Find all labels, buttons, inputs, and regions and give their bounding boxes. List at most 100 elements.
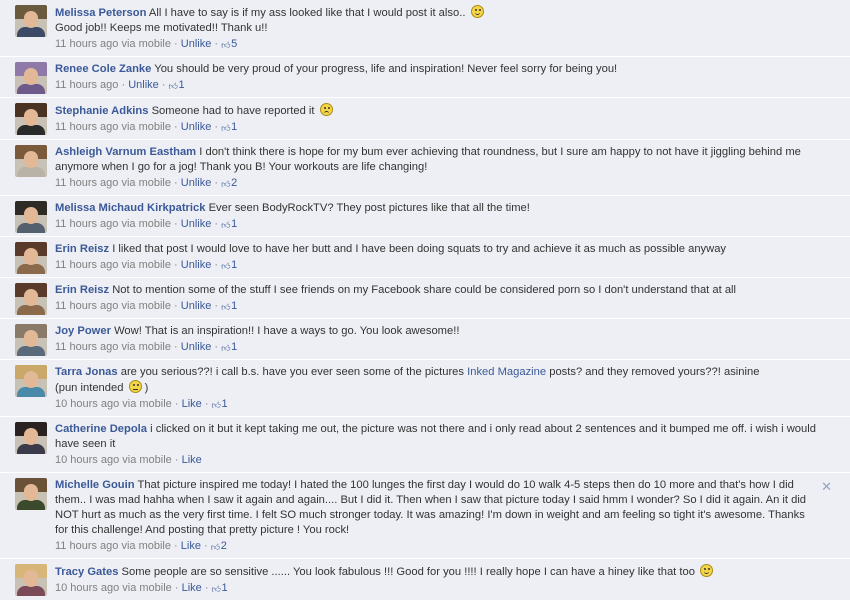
like-count[interactable]: 👍︎2 [211,540,227,552]
comment-timestamp[interactable]: 11 hours ago via mobile [55,121,171,133]
like-count[interactable]: 👍︎2 [221,177,237,189]
unlike-button[interactable]: Unlike [181,177,212,189]
comment-body-line2-end: ) [144,382,149,394]
avatar[interactable] [15,365,47,397]
comment-item: Stephanie Adkins Someone had to have rep… [0,98,850,140]
avatar[interactable] [15,478,47,510]
unlike-button[interactable]: Unlike [181,341,212,353]
comment-author-link[interactable]: Tarra Jonas [55,366,118,378]
comment-list: Melissa Peterson All I have to say is if… [0,0,850,601]
like-count[interactable]: 👍︎1 [221,259,237,271]
smile-emoticon-icon [470,5,484,18]
comment-timestamp[interactable]: 11 hours ago via mobile [55,259,171,271]
unlike-button[interactable]: Unlike [181,38,212,50]
like-count[interactable]: 👍︎1 [221,121,237,133]
comment-timestamp[interactable]: 11 hours ago via mobile [55,540,171,552]
like-count[interactable]: 👍︎1 [212,398,228,410]
comment-author-link[interactable]: Erin Reisz [55,243,109,255]
like-count[interactable]: 👍︎1 [221,300,237,312]
avatar[interactable] [15,422,47,454]
comment-author-link[interactable]: Tracy Gates [55,566,118,578]
like-count[interactable]: 👍︎1 [221,218,237,230]
comment-text: Tracy Gates Some people are so sensitive… [55,564,820,580]
comment-author-link[interactable]: Catherine Depola [55,423,147,435]
comment-item: Melissa Peterson All I have to say is if… [0,0,850,57]
comment-timestamp[interactable]: 11 hours ago via mobile [55,218,171,230]
separator-dot: · [170,341,181,353]
thumbs-up-icon: 👍︎ [211,400,221,410]
avatar[interactable] [15,145,47,177]
unlike-button[interactable]: Unlike [181,218,212,230]
comment-timestamp[interactable]: 10 hours ago via mobile [55,398,172,410]
comment-body: are you serious??! i call b.s. have you … [120,366,464,378]
comment-item: Joy Power Wow! That is an inspiration!! … [0,319,850,360]
avatar[interactable] [15,324,47,356]
thumbs-up-icon: 👍︎ [168,81,178,91]
unlike-button[interactable]: Unlike [128,79,159,91]
like-button[interactable]: Like [181,540,201,552]
avatar[interactable] [15,103,47,135]
comment-item: Tracy Gates Some people are so sensitive… [0,559,850,601]
comment-timestamp[interactable]: 11 hours ago via mobile [55,341,171,353]
unlike-button[interactable]: Unlike [181,259,212,271]
unlike-button[interactable]: Unlike [181,300,212,312]
comment-author-link[interactable]: Joy Power [55,325,111,337]
comment-meta: 11 hours ago via mobile · Unlike · 👍︎1 [55,340,820,355]
unlike-button[interactable]: Unlike [181,121,212,133]
like-count-value: 1 [231,341,238,353]
like-button[interactable]: Like [182,582,202,594]
page-link[interactable]: Inked Magazine [467,366,546,378]
separator-dot: · [201,398,212,410]
comment-body-line2: Good job!! Keeps me motivated!! Thank u!… [55,22,268,34]
comment-timestamp[interactable]: 11 hours ago via mobile [55,38,171,50]
separator-dot: · [170,218,181,230]
thumbs-up-icon: 👍︎ [211,584,221,594]
comment-author-link[interactable]: Ashleigh Varnum Eastham [55,146,196,158]
comment-item: Michelle Gouin That picture inspired me … [0,473,850,559]
avatar[interactable] [15,242,47,274]
comment-item: Melissa Michaud Kirkpatrick Ever seen Bo… [0,196,850,237]
like-button[interactable]: Like [182,454,202,466]
comment-text: Tarra Jonas are you serious??! i call b.… [55,365,820,396]
avatar[interactable] [15,62,47,94]
avatar[interactable] [15,5,47,37]
comment-body: Wow! That is an inspiration!! I have a w… [114,325,460,337]
comment-author-link[interactable]: Renee Cole Zanke [55,63,151,75]
separator-dot: · [170,177,181,189]
remove-comment-close-icon[interactable]: ✕ [821,479,832,495]
comment-timestamp[interactable]: 11 hours ago via mobile [55,300,171,312]
separator-dot: · [118,79,129,91]
comment-timestamp[interactable]: 11 hours ago via mobile [55,177,171,189]
separator-dot: · [211,300,222,312]
comment-item: Erin Reisz I liked that post I would lov… [0,237,850,278]
like-count-value: 2 [220,540,227,552]
comment-author-link[interactable]: Michelle Gouin [55,479,135,491]
comment-meta: 10 hours ago via mobile · Like · 👍︎1 [55,581,820,596]
comment-meta: 11 hours ago via mobile · Unlike · 👍︎5 [55,37,820,52]
comment-timestamp[interactable]: 11 hours ago [55,79,118,91]
like-count[interactable]: 👍︎5 [221,38,237,50]
avatar[interactable] [15,201,47,233]
thumbs-up-icon: 👍︎ [221,302,231,312]
comment-timestamp[interactable]: 10 hours ago via mobile [55,582,172,594]
like-count-value: 5 [231,38,238,50]
like-button[interactable]: Like [182,398,202,410]
like-count[interactable]: 👍︎1 [169,79,185,91]
comment-author-link[interactable]: Melissa Michaud Kirkpatrick [55,202,205,214]
thumbs-up-icon: 👍︎ [221,261,231,271]
comment-author-link[interactable]: Melissa Peterson [55,7,146,19]
like-count[interactable]: 👍︎1 [221,341,237,353]
like-count-value: 2 [231,177,238,189]
avatar[interactable] [15,564,47,596]
separator-dot: · [170,38,181,50]
like-count[interactable]: 👍︎1 [212,582,228,594]
separator-dot: · [200,540,211,552]
comment-author-link[interactable]: Erin Reisz [55,284,109,296]
avatar[interactable] [15,283,47,315]
comment-meta: 10 hours ago via mobile · Like [55,453,820,468]
separator-dot: · [170,300,181,312]
comment-author-link[interactable]: Stephanie Adkins [55,105,148,117]
comment-item: Tarra Jonas are you serious??! i call b.… [0,360,850,417]
comment-body: I liked that post I would love to have h… [112,243,727,255]
comment-timestamp[interactable]: 10 hours ago via mobile [55,454,172,466]
